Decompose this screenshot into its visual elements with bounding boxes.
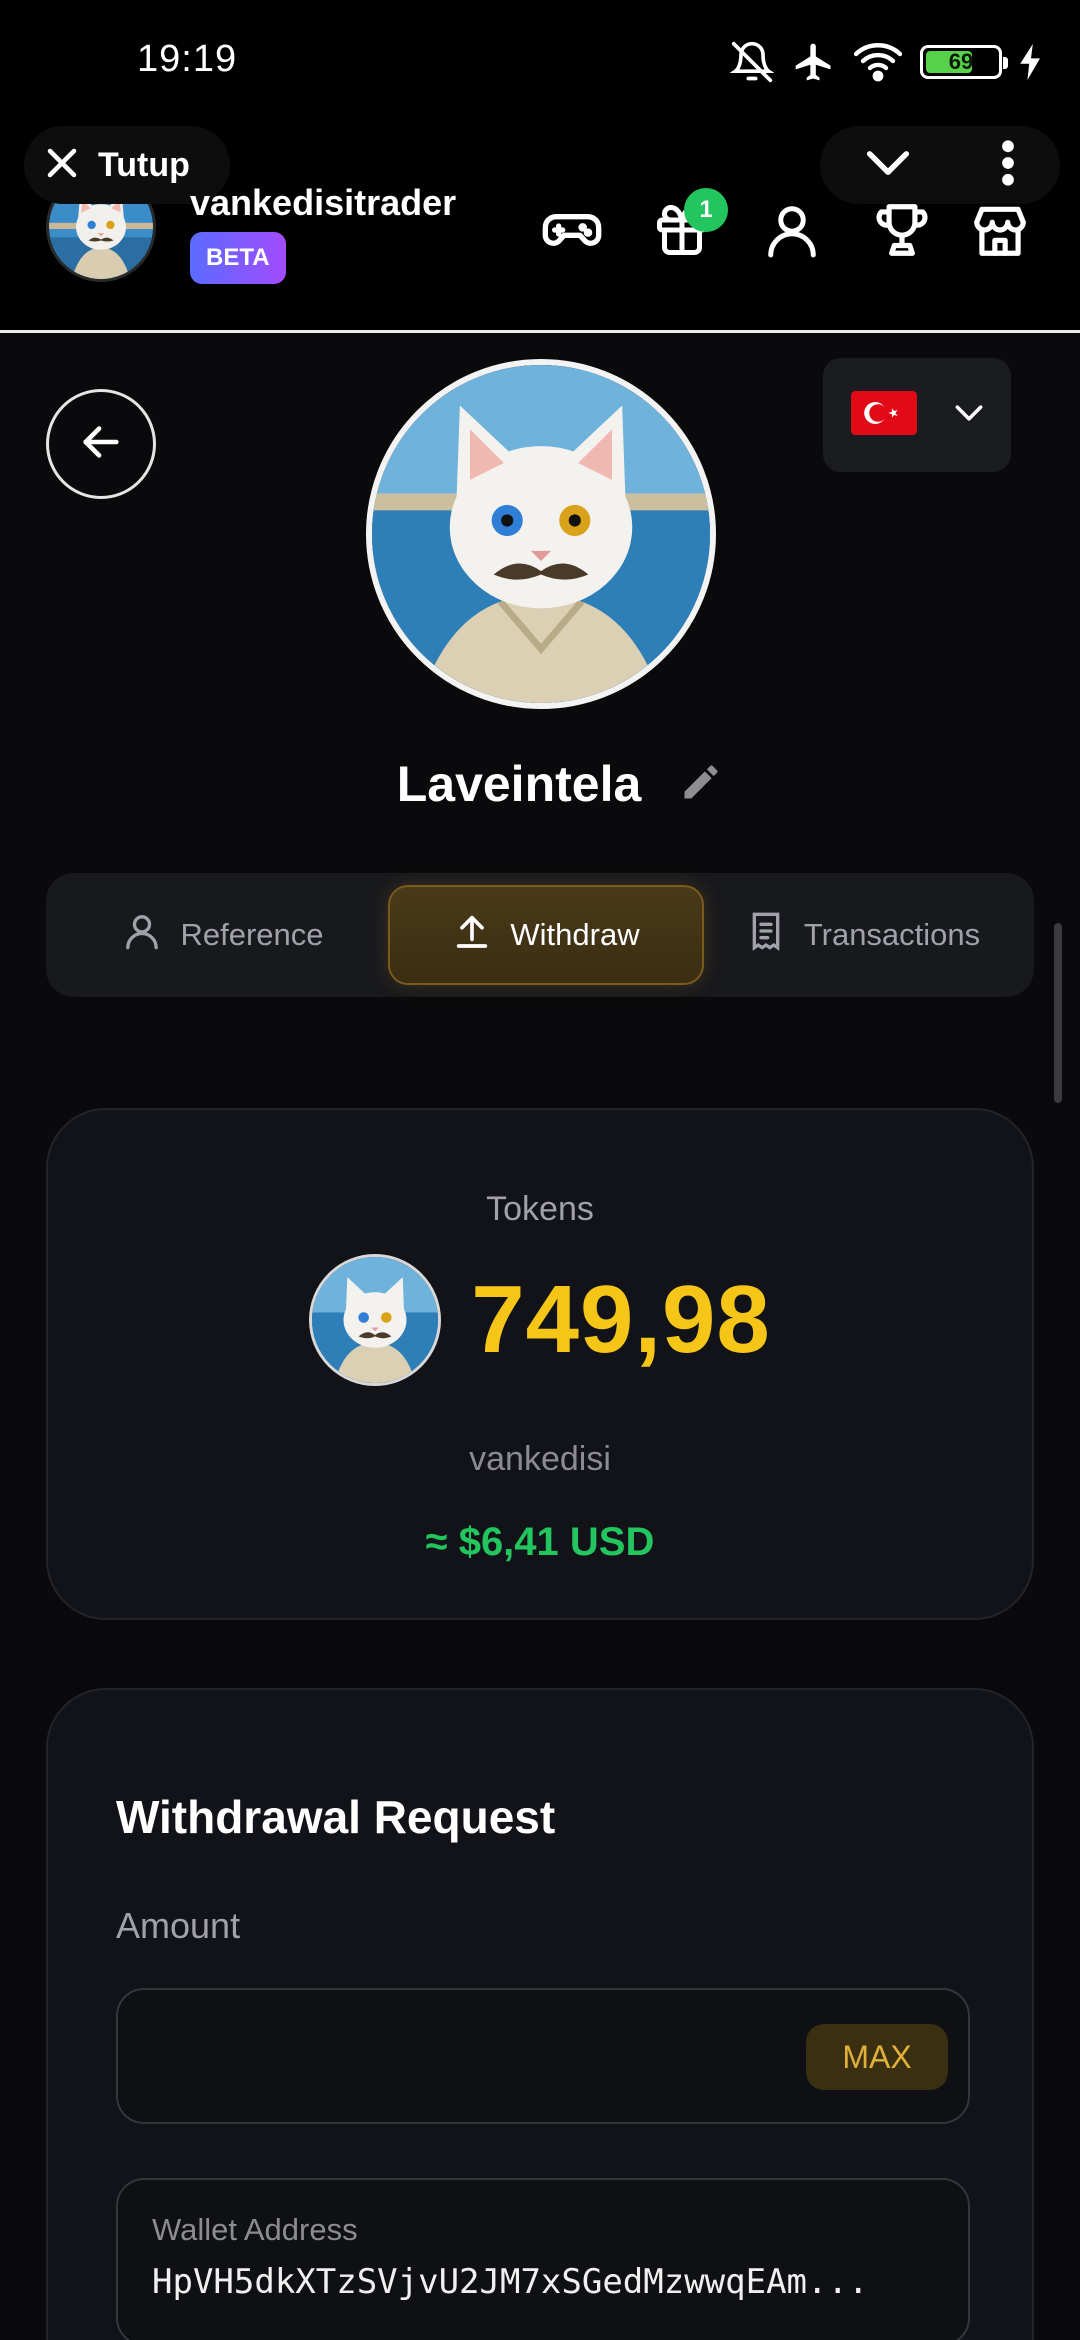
token-usd-value: ≈ $6,41 USD (425, 1520, 655, 1564)
profile-tabs: Reference Withdraw Transactions (46, 873, 1034, 997)
status-icons: 69 (730, 38, 1042, 86)
tab-transactions[interactable]: Transactions (704, 885, 1022, 985)
receipt-icon (746, 911, 786, 959)
cat-avatar-image (312, 1257, 439, 1383)
phone-screen: 19:19 69 Tutup vankedisitrader BETA 1 La… (0, 0, 1080, 2340)
cat-avatar-image (372, 365, 710, 703)
token-balance-row: 749,98 (48, 1250, 1032, 1390)
miniapp-header: Tutup vankedisitrader BETA 1 (0, 120, 1080, 332)
withdrawal-title: Withdrawal Request (116, 1791, 556, 1843)
user-icon (762, 200, 822, 265)
tab-reference[interactable]: Reference (58, 885, 388, 985)
token-amount: 749,98 (471, 1266, 771, 1373)
wallet-address-field[interactable]: Wallet Address HpVH5dkXTzSVjvU2JM7xSGedM… (116, 2178, 970, 2340)
games-button[interactable] (530, 190, 614, 274)
token-avatar (309, 1254, 442, 1386)
turkey-flag-icon (851, 390, 917, 441)
status-bar: 19:19 69 (0, 0, 1080, 120)
airplane-mode-icon (792, 40, 836, 84)
chevron-down-icon[interactable] (866, 148, 910, 183)
wallet-address-value: HpVH5dkXTzSVjvU2JM7xSGedMzwwqEAm... (152, 2262, 869, 2302)
withdrawal-request-card: Withdrawal Request Amount MAX Wallet Add… (46, 1688, 1034, 2340)
chevron-down-icon (955, 404, 983, 427)
tokens-label: Tokens (486, 1190, 594, 1228)
tab-withdraw[interactable]: Withdraw (388, 885, 704, 985)
tab-label: Withdraw (510, 917, 640, 952)
miniapp-menu-pill (820, 126, 1060, 204)
gamepad-icon (540, 198, 604, 267)
amount-input[interactable]: MAX (116, 1988, 970, 2124)
close-icon (44, 145, 80, 186)
close-label: Tutup (98, 145, 190, 184)
profile-name: Laveintela (396, 756, 642, 812)
gift-count-badge: 1 (684, 188, 728, 232)
back-button[interactable] (46, 389, 156, 499)
battery-icon: 69 (920, 45, 1008, 79)
profile-button[interactable] (750, 190, 834, 274)
more-options-icon[interactable] (1001, 139, 1015, 191)
profile-avatar[interactable] (366, 359, 716, 709)
battery-level: 69 (948, 49, 974, 74)
pencil-icon[interactable] (679, 760, 723, 809)
beta-badge: BETA (190, 232, 286, 284)
language-selector[interactable] (823, 358, 1011, 472)
trophy-icon (871, 199, 933, 266)
profile-name-row: Laveintela (0, 747, 1080, 821)
mute-icon (730, 40, 774, 84)
user-icon (122, 911, 162, 959)
charging-icon (1020, 44, 1042, 80)
arrow-left-icon (78, 419, 124, 470)
battery-tip (1003, 57, 1008, 69)
header-nav: 1 (530, 188, 1050, 290)
status-time: 19:19 (137, 38, 238, 80)
wifi-icon (854, 40, 902, 84)
scrollbar[interactable] (1054, 923, 1062, 1103)
profile-page: Laveintela Reference Withdraw Transactio… (0, 333, 1080, 2340)
amount-label: Amount (116, 1905, 241, 1946)
upload-icon (452, 911, 492, 959)
token-name: vankedisi (469, 1440, 611, 1478)
store-icon (969, 199, 1031, 266)
token-balance-card: Tokens 749,98 vankedisi ≈ $6,41 USD (46, 1108, 1034, 1620)
gifts-button[interactable]: 1 (640, 188, 728, 274)
header-username: vankedisitrader (190, 182, 457, 223)
max-button[interactable]: MAX (806, 2024, 948, 2090)
tab-label: Reference (180, 917, 324, 952)
tab-label: Transactions (803, 917, 981, 952)
wallet-address-label: Wallet Address (152, 2212, 358, 2247)
